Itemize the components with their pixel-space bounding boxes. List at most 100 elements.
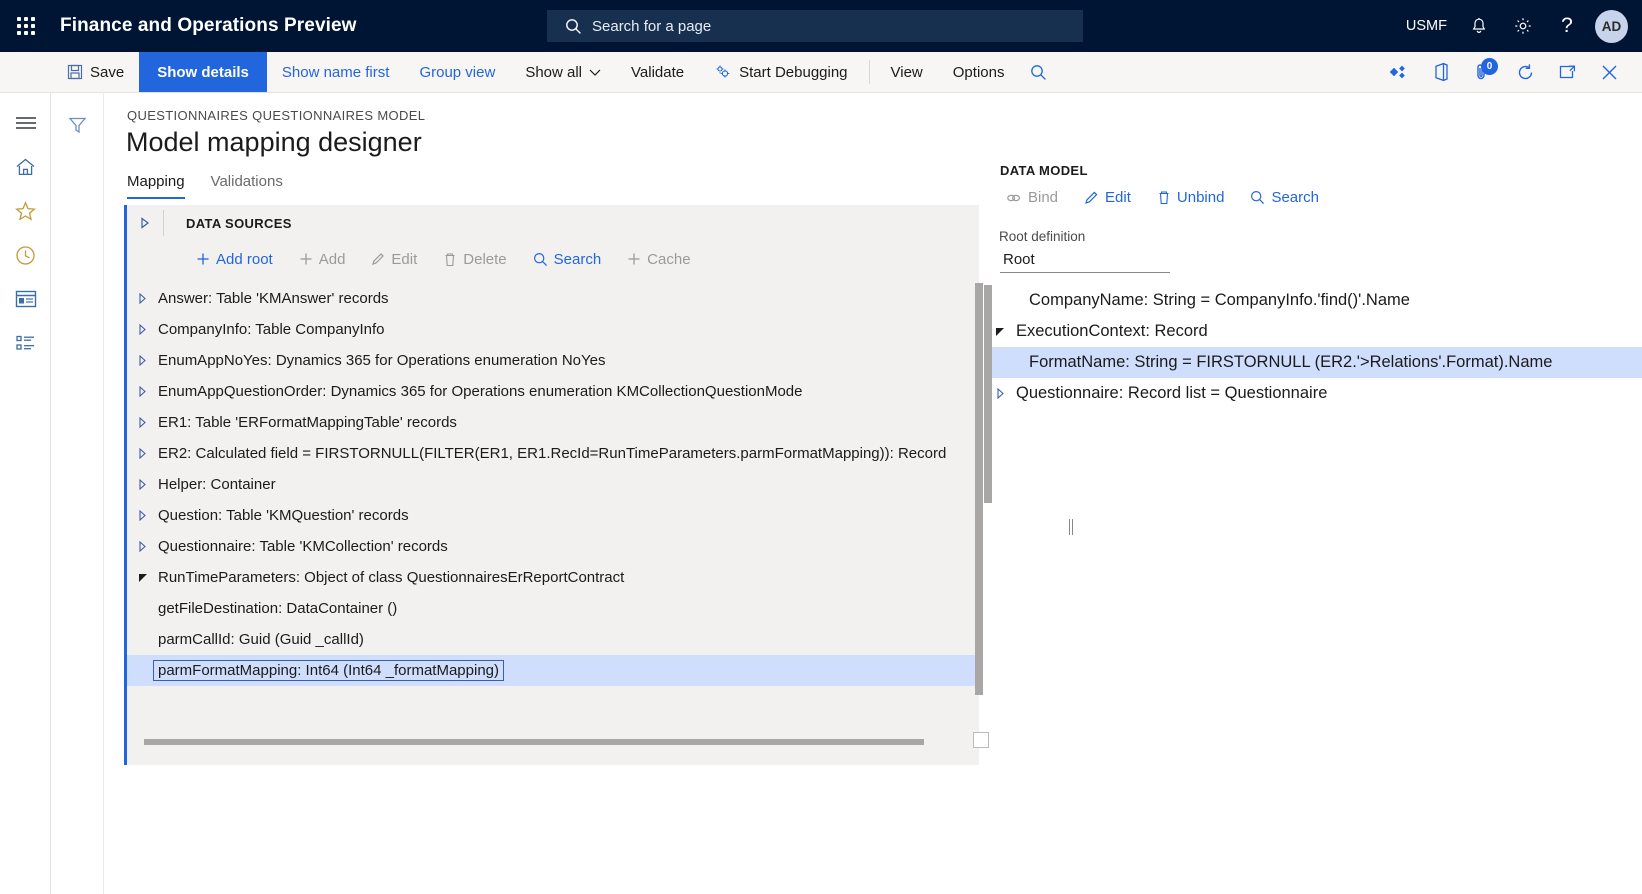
close-button[interactable] bbox=[1590, 52, 1628, 93]
model-edit-label: Edit bbox=[1105, 189, 1131, 206]
bind-button[interactable]: Bind bbox=[994, 189, 1070, 206]
edit-button[interactable]: Edit bbox=[359, 251, 429, 268]
show-all-dropdown[interactable]: Show all bbox=[510, 52, 616, 92]
plus-icon bbox=[196, 252, 210, 266]
data-sources-title: DATA SOURCES bbox=[186, 216, 292, 231]
settings-button[interactable] bbox=[1501, 0, 1545, 52]
refresh-button[interactable] bbox=[1506, 52, 1544, 93]
data-model-vertical-scrollbar[interactable] bbox=[984, 285, 992, 503]
delete-button[interactable]: Delete bbox=[431, 251, 518, 268]
add-button[interactable]: Add bbox=[287, 251, 358, 268]
global-search-box[interactable]: Search for a page bbox=[547, 10, 1083, 42]
tree-row[interactable]: ER2: Calculated field = FIRSTORNULL(FILT… bbox=[127, 438, 979, 469]
tree-row[interactable]: Question: Table 'KMQuestion' records bbox=[127, 500, 979, 531]
model-tree-row[interactable]: ExecutionContext: Record bbox=[984, 316, 1642, 347]
nav-menu-button[interactable] bbox=[0, 101, 51, 145]
save-button[interactable]: Save bbox=[52, 52, 139, 92]
nav-workspaces-button[interactable] bbox=[0, 277, 51, 321]
app-launcher-button[interactable] bbox=[0, 0, 52, 52]
external-link-icon bbox=[1558, 64, 1577, 81]
notifications-button[interactable] bbox=[1457, 0, 1501, 52]
tree-row[interactable]: getFileDestination: DataContainer () bbox=[127, 593, 979, 624]
tab-mapping[interactable]: Mapping bbox=[127, 173, 185, 199]
tree-row[interactable]: ER1: Table 'ERFormatMappingTable' record… bbox=[127, 407, 979, 438]
start-debugging-button[interactable]: Start Debugging bbox=[699, 52, 862, 92]
pencil-icon bbox=[1084, 190, 1099, 205]
tree-row[interactable]: EnumAppQuestionOrder: Dynamics 365 for O… bbox=[127, 376, 979, 407]
chevron-right-icon[interactable] bbox=[127, 541, 158, 552]
user-avatar[interactable]: AD bbox=[1595, 10, 1628, 43]
open-in-new-window-button[interactable] bbox=[1548, 52, 1586, 93]
model-tree-row[interactable]: CompanyName: String = CompanyInfo.'find(… bbox=[984, 285, 1642, 316]
tree-row-selected[interactable]: parmFormatMapping: Int64 (Int64 _formatM… bbox=[127, 655, 979, 686]
scrollbar-thumb[interactable] bbox=[144, 739, 924, 745]
tree-row[interactable]: Questionnaire: Table 'KMCollection' reco… bbox=[127, 531, 979, 562]
company-selector[interactable]: USMF bbox=[1396, 0, 1457, 52]
tree-row[interactable]: RunTimeParameters: Object of class Quest… bbox=[127, 562, 979, 593]
tree-row[interactable]: EnumAppNoYes: Dynamics 365 for Operation… bbox=[127, 345, 979, 376]
search-label: Search bbox=[554, 251, 602, 268]
chevron-right-icon[interactable] bbox=[127, 355, 158, 366]
tab-validations[interactable]: Validations bbox=[211, 173, 283, 199]
page-tabs: Mapping Validations bbox=[127, 173, 283, 199]
group-view-button[interactable]: Group view bbox=[404, 52, 510, 92]
view-menu-button[interactable]: View bbox=[876, 52, 938, 92]
chevron-down-icon bbox=[589, 68, 601, 77]
tree-row-label: Question: Table 'KMQuestion' records bbox=[158, 507, 409, 524]
model-tree-row-selected[interactable]: FormatName: String = FIRSTORNULL (ER2.'>… bbox=[984, 347, 1642, 378]
nav-recent-button[interactable] bbox=[0, 233, 51, 277]
plus-icon bbox=[299, 252, 313, 266]
save-icon bbox=[67, 64, 83, 80]
home-icon bbox=[15, 157, 36, 177]
header-divider bbox=[163, 210, 164, 236]
show-details-button[interactable]: Show details bbox=[139, 52, 267, 92]
data-sources-expand-toggle[interactable] bbox=[127, 217, 163, 229]
cache-button[interactable]: Cache bbox=[615, 251, 702, 268]
chevron-down-expanded-icon[interactable] bbox=[127, 573, 158, 583]
chevron-right-icon[interactable] bbox=[127, 324, 158, 335]
nav-favorites-button[interactable] bbox=[0, 189, 51, 233]
nav-modules-button[interactable] bbox=[0, 321, 51, 365]
tree-row[interactable]: Answer: Table 'KMAnswer' records bbox=[127, 283, 979, 314]
show-name-first-button[interactable]: Show name first bbox=[267, 52, 405, 92]
chevron-right-icon[interactable] bbox=[127, 479, 158, 490]
chevron-right-icon[interactable] bbox=[127, 417, 158, 428]
tree-row[interactable]: Helper: Container bbox=[127, 469, 979, 500]
add-root-button[interactable]: Add root bbox=[184, 251, 285, 268]
options-menu-button[interactable]: Options bbox=[938, 52, 1020, 92]
validate-button[interactable]: Validate bbox=[616, 52, 699, 92]
tree-row-label: parmCallId: Guid (Guid _callId) bbox=[158, 631, 364, 648]
model-edit-button[interactable]: Edit bbox=[1072, 189, 1143, 206]
search-button[interactable]: Search bbox=[521, 251, 614, 268]
office-integration-button[interactable] bbox=[1422, 52, 1460, 93]
command-search-button[interactable] bbox=[1019, 52, 1057, 93]
personalize-button[interactable] bbox=[1380, 52, 1418, 93]
unbind-button[interactable]: Unbind bbox=[1145, 189, 1237, 206]
root-definition-input[interactable] bbox=[1000, 247, 1170, 273]
global-search-placeholder: Search for a page bbox=[592, 18, 711, 35]
model-search-button[interactable]: Search bbox=[1238, 189, 1331, 206]
model-tree-row[interactable]: Questionnaire: Record list = Questionnai… bbox=[984, 378, 1642, 409]
chevron-right-icon[interactable] bbox=[127, 448, 158, 459]
breadcrumb: QUESTIONNAIRES QUESTIONNAIRES MODEL bbox=[127, 108, 425, 123]
tree-row[interactable]: parmCallId: Guid (Guid _callId) bbox=[127, 624, 979, 655]
pencil-icon bbox=[371, 252, 385, 266]
search-icon bbox=[1030, 64, 1047, 81]
nav-home-button[interactable] bbox=[0, 145, 51, 189]
command-bar-divider bbox=[869, 60, 870, 84]
tree-row[interactable]: CompanyInfo: Table CompanyInfo bbox=[127, 314, 979, 345]
help-button[interactable]: ? bbox=[1545, 0, 1589, 52]
attachments-button[interactable]: 0 bbox=[1464, 52, 1502, 93]
star-icon bbox=[15, 201, 36, 221]
chevron-right-icon[interactable] bbox=[127, 510, 158, 521]
data-sources-horizontal-scrollbar[interactable] bbox=[144, 736, 979, 747]
chevron-right-icon[interactable] bbox=[127, 293, 158, 304]
close-icon bbox=[1600, 63, 1619, 82]
scrollbar-thumb[interactable] bbox=[975, 283, 983, 695]
attachments-badge: 0 bbox=[1481, 58, 1498, 75]
chevron-right-icon[interactable] bbox=[127, 386, 158, 397]
model-tree-row-label: Questionnaire: Record list = Questionnai… bbox=[1016, 384, 1327, 403]
data-sources-vertical-scrollbar[interactable] bbox=[975, 283, 983, 695]
tree-row[interactable]: parmFormatMappingRunJobId: Int64 (Int64 … bbox=[127, 686, 979, 695]
filter-button[interactable] bbox=[51, 105, 104, 145]
